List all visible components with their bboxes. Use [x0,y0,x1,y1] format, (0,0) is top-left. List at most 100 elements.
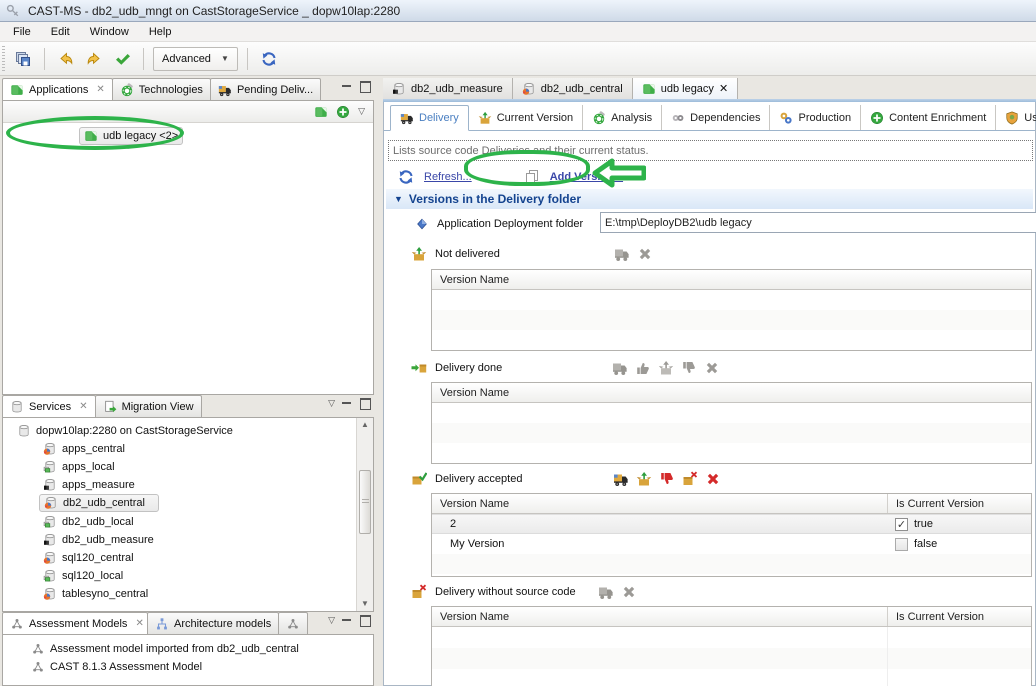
refresh-link[interactable]: Refresh... [424,171,472,183]
delete-x-icon[interactable] [637,246,653,262]
redo-button[interactable] [82,47,106,71]
table-row-version-2[interactable]: 2 ✓ true [432,514,1031,534]
delete-x-icon[interactable] [704,360,720,376]
thumb-down-icon[interactable] [681,360,697,376]
minimize-icon[interactable] [341,81,353,92]
view-tab-delivery[interactable]: Delivery [390,105,469,131]
view-tab-current-version[interactable]: Current Version [469,105,583,130]
close-icon[interactable]: ✕ [135,618,143,629]
editor-tab-db2-udb-central[interactable]: db2_udb_central [513,78,633,99]
tree-item-apps-measure[interactable]: apps_measure [39,476,373,494]
minimize-icon[interactable] [341,615,353,626]
tab-models-extra[interactable] [278,612,308,634]
table-row[interactable] [432,290,1031,310]
undo-button[interactable] [54,47,78,71]
new-application-icon[interactable] [314,105,328,119]
thumb-up-icon[interactable] [635,360,651,376]
services-root-item[interactable]: dopw10lap:2280 on CastStorageService [13,422,373,440]
menu-help[interactable]: Help [140,24,181,40]
view-tab-analysis[interactable]: Analysis [583,105,662,130]
table-row[interactable] [432,330,1031,350]
table-row[interactable] [432,648,1031,669]
editor-tab-udb-legacy[interactable]: udb legacy ✕ [633,78,738,99]
table-row[interactable] [432,554,1031,574]
tree-item-apps-local[interactable]: apps_local [39,458,373,476]
view-tab-content-enrichment[interactable]: Content Enrichment [861,105,996,130]
tree-item-tablesyno-central[interactable]: tablesyno_central [39,585,373,603]
versions-section-header[interactable]: ▼ Versions in the Delivery folder [386,189,1033,209]
view-menu-chevron-icon[interactable]: ▽ [328,398,335,409]
scroll-down-icon[interactable]: ▼ [359,598,371,610]
deliver-truck-icon[interactable] [614,246,630,262]
box-x-icon[interactable] [682,471,698,487]
tree-item-udb-legacy[interactable]: udb legacy <2> [79,127,183,145]
tree-item-imported-model[interactable]: Assessment model imported from db2_udb_c… [27,640,373,658]
column-header-is-current[interactable]: Is Current Version [887,494,1031,513]
table-row[interactable] [432,627,1031,648]
add-plus-icon[interactable] [336,105,350,119]
tree-item-sql120-central[interactable]: sql120_central [39,549,373,567]
close-icon[interactable]: ✕ [96,84,104,95]
view-tab-dependencies[interactable]: Dependencies [662,105,770,130]
checkbox-unchecked[interactable] [895,538,908,551]
table-row[interactable] [432,423,1031,443]
deployment-folder-input[interactable] [600,212,1036,233]
tab-services[interactable]: Services ✕ [2,395,96,417]
maximize-icon[interactable] [359,81,371,92]
tab-applications[interactable]: Applications ✕ [2,78,113,100]
column-header-is-current[interactable]: Is Current Version [887,607,1031,626]
thumb-down-icon[interactable] [659,471,675,487]
tab-assessment-models[interactable]: Assessment Models ✕ [2,612,148,634]
box-up-icon[interactable] [658,360,674,376]
tree-item-apps-central[interactable]: apps_central [39,440,373,458]
deliver-truck-icon[interactable] [613,471,629,487]
tab-migration-view[interactable]: Migration View [95,395,202,417]
validate-button[interactable] [110,47,134,71]
close-icon[interactable]: ✕ [79,401,87,412]
save-all-button[interactable] [11,47,35,71]
column-header-version-name[interactable]: Version Name [432,270,887,289]
tab-pending-deliveries[interactable]: Pending Deliv... [210,78,321,100]
box-up-icon[interactable] [636,471,652,487]
view-menu-chevron-icon[interactable]: ▽ [358,106,365,117]
table-row-my-version[interactable]: My Version false [432,534,1031,554]
checkbox-checked[interactable]: ✓ [895,518,908,531]
editor-tab-db2-udb-measure[interactable]: db2_udb_measure [383,78,513,99]
table-row[interactable] [432,403,1031,423]
tree-item-db2-udb-measure[interactable]: db2_udb_measure [39,531,373,549]
view-menu-chevron-icon[interactable]: ▽ [328,615,335,626]
tree-item-cast-model[interactable]: CAST 8.1.3 Assessment Model [27,658,373,676]
scrollbar-thumb[interactable] [359,470,371,534]
menu-window[interactable]: Window [81,24,138,40]
tree-item-db2-udb-local[interactable]: db2_udb_local [39,513,373,531]
maximize-icon[interactable] [359,615,371,626]
collapse-triangle-icon[interactable]: ▼ [394,194,403,204]
view-tab-production[interactable]: Production [770,105,861,130]
table-row[interactable] [432,669,1031,686]
add-version-link[interactable]: Add Version... [550,171,623,183]
tree-item-db2-udb-central[interactable]: db2_udb_central [39,494,159,512]
minimize-icon[interactable] [341,398,353,409]
column-header-version-name[interactable]: Version Name [432,494,887,513]
maximize-icon[interactable] [359,398,371,409]
tab-technologies[interactable]: Technologies [112,78,211,100]
column-header-version-name[interactable]: Version Name [432,607,887,626]
tab-architecture-models[interactable]: Architecture models [147,612,279,634]
delete-x-icon[interactable] [705,471,721,487]
view-tab-user-input[interactable]: User In [996,105,1036,130]
menu-file[interactable]: File [4,24,40,40]
table-row[interactable] [432,443,1031,463]
menu-edit[interactable]: Edit [42,24,79,40]
advanced-dropdown[interactable]: Advanced ▼ [153,47,238,71]
toolbar-drag-handle[interactable] [2,46,5,72]
tree-item-sql120-local[interactable]: sql120_local [39,567,373,585]
scroll-up-icon[interactable]: ▲ [359,419,371,431]
column-header-version-name[interactable]: Version Name [432,383,887,402]
table-row[interactable] [432,310,1031,330]
deliver-truck-icon[interactable] [598,584,614,600]
delete-x-icon[interactable] [621,584,637,600]
deliver-truck-icon[interactable] [612,360,628,376]
refresh-button[interactable] [257,47,281,71]
close-icon[interactable]: ✕ [719,82,728,95]
services-scrollbar[interactable]: ▲ ▼ [356,418,373,611]
